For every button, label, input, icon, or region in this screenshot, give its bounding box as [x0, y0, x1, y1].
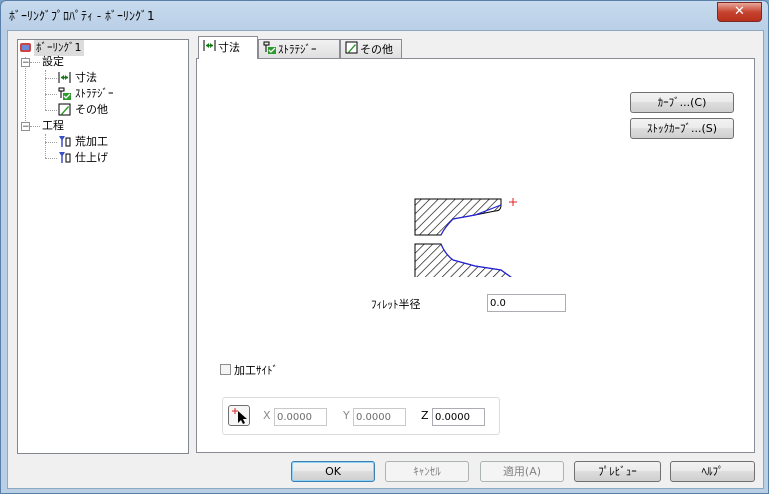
window-title: ﾎﾞｰﾘﾝｸﾞﾌﾟﾛﾊﾟﾃｨ - ﾎﾞｰﾘﾝｸﾞ1	[9, 9, 155, 23]
tab-other[interactable]: その他	[340, 39, 402, 58]
tab-other-label: その他	[360, 43, 393, 56]
tree-line	[45, 70, 46, 110]
tree-line	[45, 134, 46, 158]
fillet-radius-label: ﾌｨﾚｯﾄ半径	[371, 298, 421, 311]
tree-item-roughing[interactable]: 荒加工	[58, 134, 110, 150]
tree-line	[45, 110, 57, 111]
dimension-arrows-icon	[203, 38, 216, 51]
tree-expander-settings[interactable]: −	[21, 58, 30, 68]
dialog-client: ﾎﾞｰﾘﾝｸﾞ1 − 設定 寸法 ｽﾄﾗﾃｼﾞｰ その他 − 工程 荒加工 仕上…	[7, 30, 764, 489]
help-button[interactable]: ﾍﾙﾌﾟ	[670, 461, 755, 482]
edit-note-icon	[345, 41, 358, 54]
apply-button[interactable]: 適用(A)	[480, 461, 564, 482]
strategy-icon	[263, 41, 276, 54]
boring-profile-preview	[414, 198, 517, 277]
ok-button[interactable]: OK	[291, 461, 375, 482]
x-label: X	[263, 409, 271, 422]
pick-cursor-icon	[232, 408, 247, 424]
boring-feature-icon	[19, 41, 32, 54]
stock-curve-button[interactable]: ｽﾄｯｸｶｰﾌﾞ...(S)	[630, 118, 734, 139]
tree-line	[45, 94, 57, 95]
tab-dimensions-label: 寸法	[218, 41, 240, 54]
dimension-arrows-icon	[58, 71, 71, 84]
tree-line	[45, 158, 57, 159]
title-bar[interactable]: ﾎﾞｰﾘﾝｸﾞﾌﾟﾛﾊﾟﾃｨ - ﾎﾞｰﾘﾝｸﾞ1 ✕	[1, 1, 768, 29]
roughing-tool-icon	[58, 135, 71, 148]
tree-line	[45, 142, 57, 143]
z-label: Z	[421, 409, 429, 422]
property-tree: ﾎﾞｰﾘﾝｸﾞ1 − 設定 寸法 ｽﾄﾗﾃｼﾞｰ その他 − 工程 荒加工 仕上…	[17, 39, 189, 454]
edit-note-icon	[58, 103, 71, 116]
tab-dimensions[interactable]: 寸法	[198, 36, 258, 59]
start-point-marker	[509, 198, 517, 206]
x-coordinate-input[interactable]	[274, 408, 327, 426]
tree-item-process[interactable]: 工程	[40, 118, 66, 134]
tree-item-other[interactable]: その他	[58, 102, 110, 118]
tree-item-dimensions[interactable]: 寸法	[58, 70, 99, 86]
tree-item-strategy[interactable]: ｽﾄﾗﾃｼﾞｰ	[58, 86, 116, 102]
finishing-tool-icon	[58, 151, 71, 164]
tab-strategy-label: ｽﾄﾗﾃｼﾞｰ	[278, 43, 317, 56]
tree-item-finishing[interactable]: 仕上げ	[58, 150, 110, 166]
close-button[interactable]: ✕	[717, 2, 762, 22]
tree-line	[45, 78, 57, 79]
tree-item-settings[interactable]: 設定	[40, 54, 66, 70]
z-coordinate-input[interactable]	[432, 408, 485, 426]
tree-expander-process[interactable]: −	[21, 122, 30, 132]
tab-strategy[interactable]: ｽﾄﾗﾃｼﾞｰ	[258, 39, 340, 58]
y-coordinate-input[interactable]	[353, 408, 406, 426]
preview-button[interactable]: ﾌﾟﾚﾋﾞｭｰ	[574, 461, 661, 482]
strategy-icon	[58, 87, 71, 100]
cancel-button[interactable]: ｷｬﾝｾﾙ	[385, 461, 469, 482]
fillet-radius-input[interactable]	[487, 294, 566, 312]
tab-panel-dimensions: ｶｰﾌﾞ...(C) ｽﾄｯｸｶｰﾌﾞ...(S) ﾌｨﾚｯﾄ半径 0.0 加工…	[196, 58, 755, 453]
tree-line	[30, 62, 40, 63]
machining-side-checkbox[interactable]	[220, 364, 231, 375]
pick-point-button[interactable]	[228, 405, 250, 426]
curve-button[interactable]: ｶｰﾌﾞ...(C)	[630, 92, 734, 113]
dialog-window: ﾎﾞｰﾘﾝｸﾞﾌﾟﾛﾊﾟﾃｨ - ﾎﾞｰﾘﾝｸﾞ1 ✕ ﾎﾞｰﾘﾝｸﾞ1 − 設…	[0, 0, 769, 494]
tree-line	[30, 126, 40, 127]
machining-side-label: 加工ｻｲﾄﾞ	[234, 364, 278, 377]
y-label: Y	[343, 409, 350, 422]
